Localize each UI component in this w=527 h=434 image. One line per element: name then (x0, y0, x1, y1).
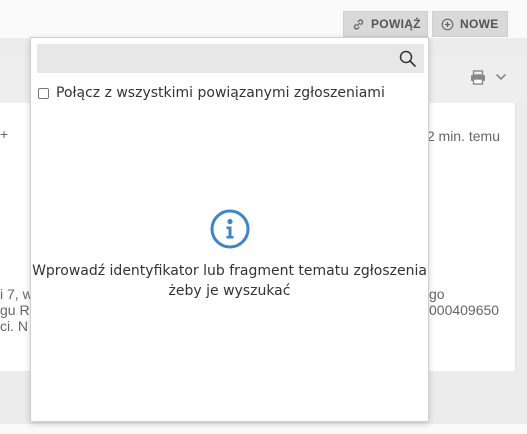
new-button-label: NOWE (460, 17, 499, 31)
plus-circle-icon (441, 18, 454, 30)
new-button[interactable]: NOWE (432, 11, 508, 37)
bg-time-fragment: 2 min. temu (426, 128, 500, 144)
link-all-checkbox-label: Połącz z wszystkimi powiązanymi zgłoszen… (56, 85, 385, 101)
link-ticket-popup: Połącz z wszystkimi powiązanymi zgłoszen… (30, 37, 429, 422)
bg-bottom-strip (0, 424, 527, 434)
link-button-label: POWIĄŻ (371, 17, 421, 31)
search-input[interactable] (37, 44, 387, 73)
bg-right-line-2: 000409650 (429, 302, 500, 318)
print-icon[interactable] (470, 70, 486, 85)
link-all-checkbox-row[interactable]: Połącz z wszystkimi powiązanymi zgłoszen… (38, 85, 385, 101)
bg-right-line-1: go (429, 286, 445, 302)
top-toolbar: POWIĄŻ NOWE (0, 0, 527, 38)
bg-plus-fragment: + (0, 126, 9, 142)
search-icon[interactable] (399, 50, 416, 67)
info-message-line-2: żeby je wyszukać (168, 283, 291, 299)
link-button[interactable]: POWIĄŻ (343, 11, 428, 37)
info-circle-icon (210, 209, 250, 249)
chevron-down-icon[interactable] (495, 71, 507, 83)
info-message-line-1: Wprowadź identyfikator lub fragment tema… (32, 263, 427, 279)
info-message: Wprowadź identyfikator lub fragment tema… (31, 261, 428, 301)
link-all-checkbox[interactable] (38, 87, 49, 99)
bg-address-line-1: i 7, w (0, 286, 33, 302)
link-icon (353, 18, 364, 30)
search-box (37, 44, 424, 73)
bg-address-line-3: ci. N (0, 318, 28, 334)
bg-address-line-2: gu R (0, 302, 30, 318)
